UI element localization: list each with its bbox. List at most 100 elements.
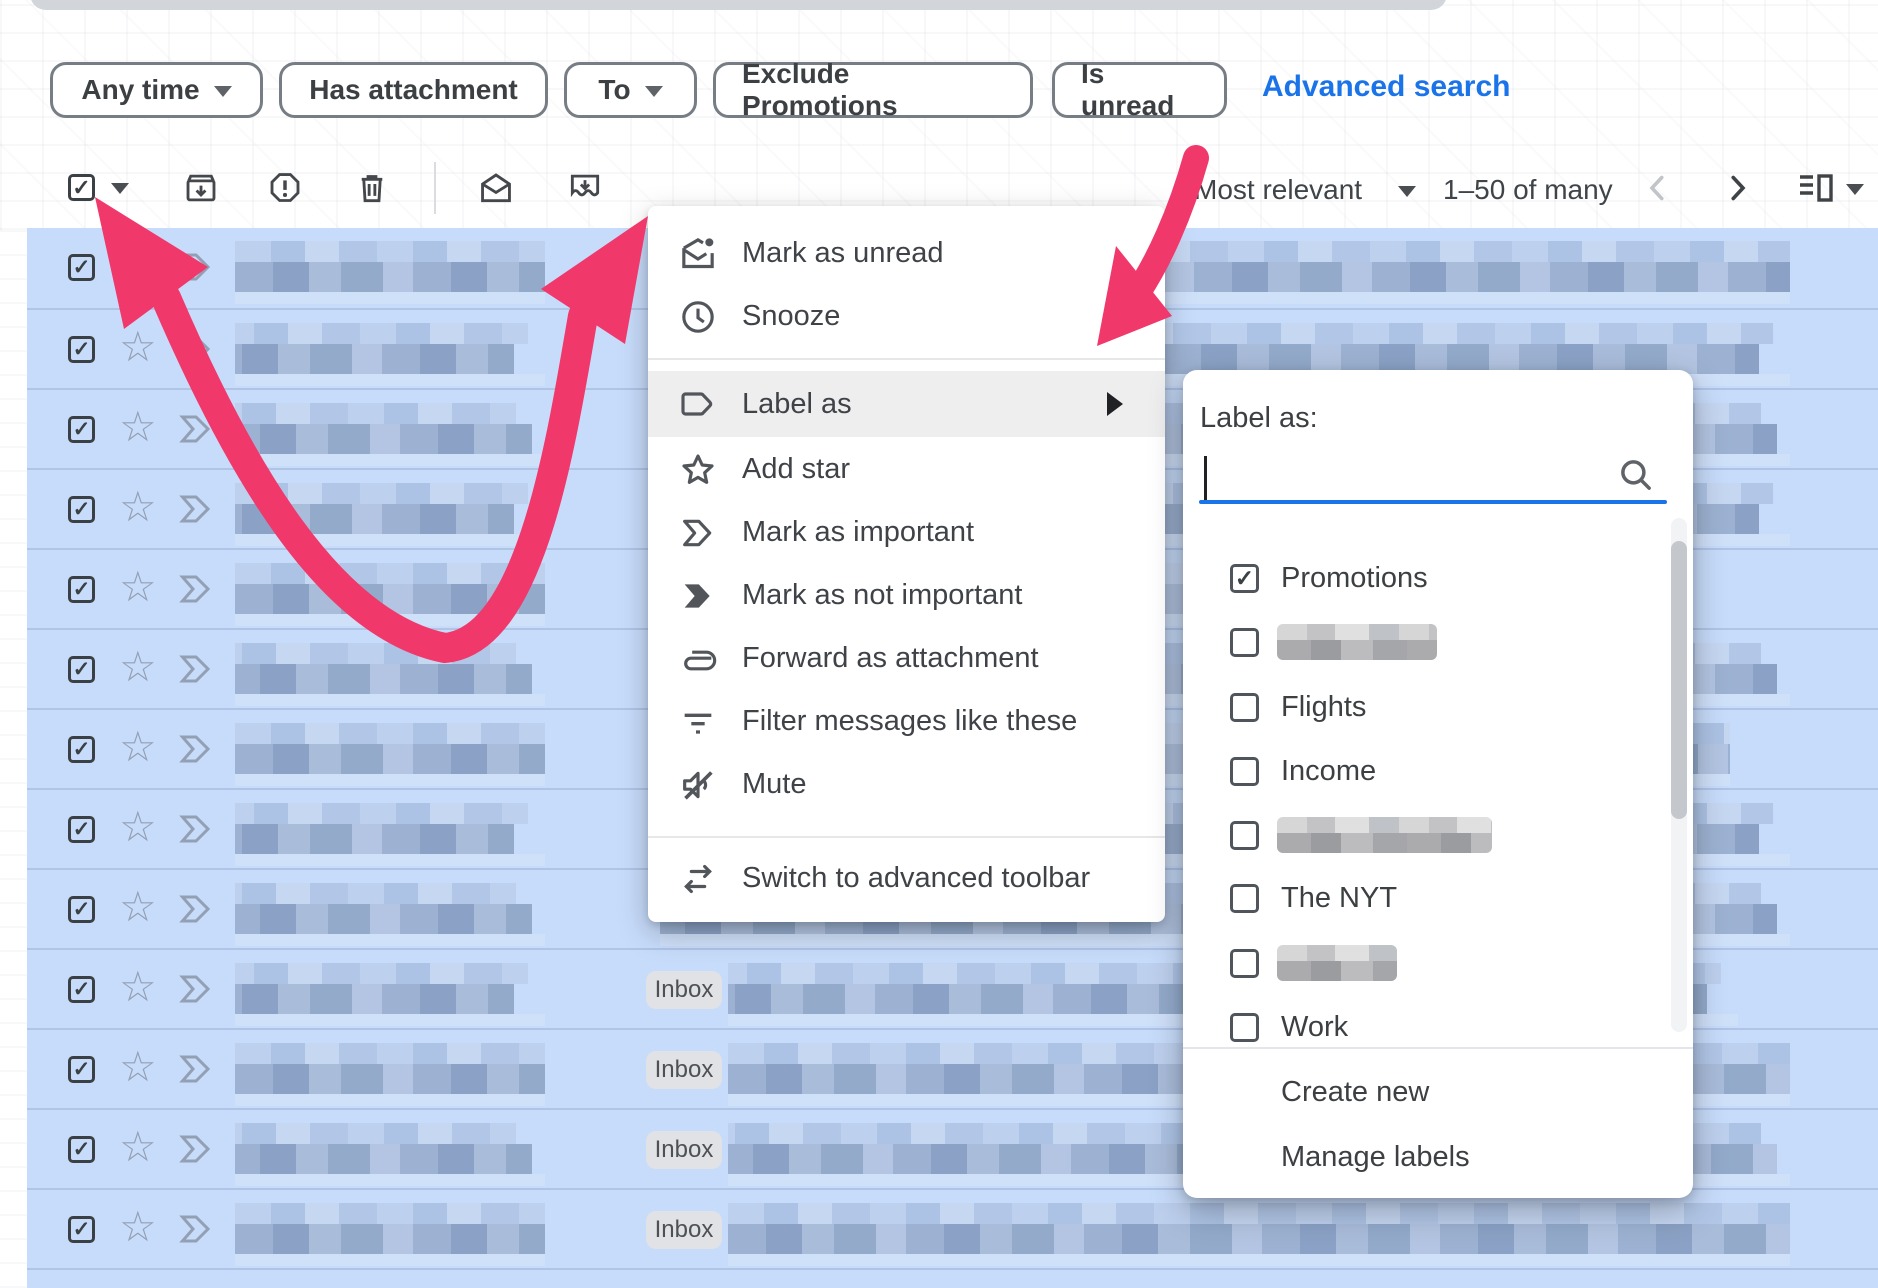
label-checkbox[interactable]: [1230, 884, 1259, 913]
sort-caret-icon[interactable]: [1398, 186, 1416, 197]
menu-divider: [648, 358, 1165, 360]
newer-page-button[interactable]: [1640, 170, 1676, 206]
mark-as-read-icon[interactable]: [477, 169, 515, 207]
menu-item-mark-as-important[interactable]: Mark as important: [648, 501, 1165, 564]
row-checkbox[interactable]: ✓: [68, 1216, 95, 1243]
blurred-sender: [235, 550, 545, 628]
menu-item-label: Mark as important: [742, 516, 974, 549]
report-spam-icon[interactable]: [266, 169, 304, 207]
importance-marker-icon[interactable]: [179, 734, 219, 764]
menu-item-mute[interactable]: Mute: [648, 753, 1165, 816]
importance-marker-icon[interactable]: [179, 414, 219, 444]
filter-chip-exclude-promotions[interactable]: Exclude Promotions: [713, 62, 1033, 118]
filter-chip-is-unread[interactable]: Is unread: [1052, 62, 1227, 118]
delete-icon[interactable]: [353, 169, 391, 207]
row-checkbox[interactable]: ✓: [68, 896, 95, 923]
importance-marker-icon[interactable]: [179, 974, 219, 1004]
filter-chip-has-attachment[interactable]: Has attachment: [279, 62, 548, 118]
select-all-checkbox[interactable]: ✓: [68, 174, 95, 201]
menu-item-add-star[interactable]: Add star: [648, 438, 1165, 501]
menu-item-filter-messages[interactable]: Filter messages like these: [648, 690, 1165, 753]
row-checkbox[interactable]: ✓: [68, 816, 95, 843]
menu-item-snooze[interactable]: Snooze: [648, 285, 1165, 348]
split-view-icon[interactable]: [1798, 172, 1834, 204]
importance-marker-icon[interactable]: [179, 1214, 219, 1244]
label-checkbox[interactable]: [1230, 949, 1259, 978]
filter-chip-to[interactable]: To: [564, 62, 697, 118]
importance-marker-icon[interactable]: [179, 814, 219, 844]
star-icon[interactable]: ☆: [119, 1124, 157, 1170]
label-option-blurred[interactable]: [1183, 803, 1693, 867]
menu-item-forward-as-attachment[interactable]: Forward as attachment: [648, 627, 1165, 690]
label-option-work[interactable]: Work: [1183, 995, 1693, 1047]
row-checkbox[interactable]: ✓: [68, 1056, 95, 1083]
importance-marker-icon[interactable]: [179, 334, 219, 364]
archive-icon[interactable]: [182, 169, 220, 207]
star-icon[interactable]: ☆: [119, 1044, 157, 1090]
star-icon[interactable]: ☆: [119, 884, 157, 930]
row-checkbox[interactable]: ✓: [68, 336, 95, 363]
label-checkbox[interactable]: [1230, 693, 1259, 722]
importance-marker-icon[interactable]: [179, 494, 219, 524]
row-checkbox[interactable]: ✓: [68, 656, 95, 683]
blurred-label-text: [1277, 817, 1492, 853]
star-icon[interactable]: ☆: [119, 804, 157, 850]
label-option-flights[interactable]: Flights: [1183, 675, 1693, 739]
importance-marker-icon[interactable]: [179, 1134, 219, 1164]
menu-item-label-as[interactable]: Label as: [648, 371, 1165, 437]
menu-item-mark-as-unread[interactable]: Mark as unread: [648, 222, 1165, 285]
older-page-button[interactable]: [1719, 170, 1755, 206]
row-checkbox[interactable]: ✓: [68, 416, 95, 443]
label-option-income[interactable]: Income: [1183, 739, 1693, 803]
importance-marker-icon[interactable]: [179, 574, 219, 604]
search-bar-bottom-edge: [30, 0, 1447, 10]
select-all-dropdown-icon[interactable]: [111, 183, 129, 194]
importance-marker-icon[interactable]: [179, 252, 219, 282]
importance-marker-icon[interactable]: [179, 654, 219, 684]
chevron-down-icon: [645, 86, 663, 97]
label-checkbox[interactable]: [1230, 1013, 1259, 1042]
label-search-input[interactable]: [1199, 448, 1667, 504]
manage-labels-button[interactable]: Manage labels: [1281, 1141, 1470, 1174]
importance-marker-icon[interactable]: [179, 894, 219, 924]
row-checkbox[interactable]: ✓: [68, 976, 95, 1003]
scrollbar-thumb[interactable]: [1671, 541, 1687, 819]
inbox-label-badge: Inbox: [646, 971, 722, 1009]
menu-item-switch-to-advanced-toolbar[interactable]: Switch to advanced toolbar: [648, 847, 1165, 910]
row-checkbox[interactable]: ✓: [68, 736, 95, 763]
row-checkbox[interactable]: ✓: [68, 254, 95, 281]
move-to-icon[interactable]: [566, 169, 604, 207]
email-row-partial[interactable]: [27, 1268, 1878, 1288]
star-icon[interactable]: ☆: [119, 404, 157, 450]
row-checkbox[interactable]: ✓: [68, 576, 95, 603]
mark-unread-icon: [678, 234, 718, 274]
menu-item-mark-as-not-important[interactable]: Mark as not important: [648, 564, 1165, 627]
filter-chip-any-time[interactable]: Any time: [50, 62, 263, 118]
label-checkbox[interactable]: [1230, 821, 1259, 850]
label-option-blurred[interactable]: [1183, 610, 1693, 674]
row-checkbox[interactable]: ✓: [68, 496, 95, 523]
label-option-blurred[interactable]: [1183, 931, 1693, 995]
star-icon[interactable]: ☆: [119, 1204, 157, 1250]
filter-icon: [678, 702, 718, 742]
star-icon[interactable]: ☆: [119, 644, 157, 690]
star-icon[interactable]: ☆: [119, 484, 157, 530]
star-icon[interactable]: ☆: [119, 964, 157, 1010]
check-glyph: ✓: [72, 177, 90, 199]
label-checkbox[interactable]: [1230, 757, 1259, 786]
star-icon[interactable]: ☆: [119, 724, 157, 770]
star-icon[interactable]: ☆: [119, 564, 157, 610]
advanced-search-link[interactable]: Advanced search: [1262, 70, 1510, 104]
importance-marker-icon[interactable]: [179, 1054, 219, 1084]
label-checkbox[interactable]: [1230, 628, 1259, 657]
split-view-caret-icon[interactable]: [1846, 184, 1864, 195]
label-option-promotions[interactable]: ✓ Promotions: [1183, 546, 1693, 610]
sort-dropdown[interactable]: Most relevant: [1194, 174, 1362, 206]
create-new-label-button[interactable]: Create new: [1281, 1076, 1429, 1109]
row-checkbox[interactable]: ✓: [68, 1136, 95, 1163]
star-icon[interactable]: ☆: [119, 242, 157, 288]
label-checkbox-checked[interactable]: ✓: [1230, 564, 1259, 593]
star-icon[interactable]: ☆: [119, 324, 157, 370]
email-row[interactable]: ✓ ☆ Inbox: [27, 1188, 1878, 1268]
label-option-the-nyt[interactable]: The NYT: [1183, 866, 1693, 930]
